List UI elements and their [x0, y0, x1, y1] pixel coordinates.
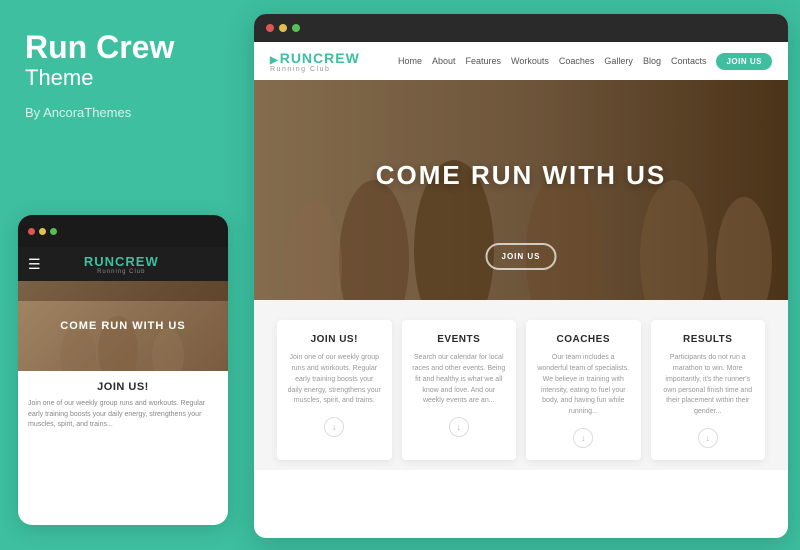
- card-results-text: Participants do not run a marathon to wi…: [661, 353, 756, 418]
- brand-title: Run Crew: [25, 30, 174, 65]
- nav-blog[interactable]: Blog: [643, 56, 661, 66]
- mobile-logo-brand: RUNCREW: [84, 254, 159, 269]
- mobile-top-bar: [18, 215, 228, 247]
- desktop-window-dots: [266, 24, 300, 32]
- desktop-hero: COME RUN WITH US JOIN US: [254, 80, 788, 300]
- mobile-dot-yellow: [39, 228, 46, 235]
- desktop-logo: ▶RUNCREW Running Club: [270, 50, 360, 73]
- mobile-hero-title: COME RUN WITH US: [60, 320, 185, 332]
- left-title: Run Crew Theme: [25, 30, 174, 99]
- desktop-navbar: ▶RUNCREW Running Club Home About Feature…: [254, 42, 788, 80]
- mobile-preview: ☰ RUNCREW Running Club COME RUN WITH US …: [18, 215, 228, 525]
- card-join: JOIN US! Join one of our weekly group ru…: [277, 320, 392, 460]
- nav-join-button[interactable]: JOIN US: [716, 53, 772, 70]
- desktop-nav-links: Home About Features Workouts Coaches Gal…: [398, 53, 772, 70]
- desktop-logo-brand: ▶RUNCREW: [270, 50, 360, 66]
- desktop-dot-green: [292, 24, 300, 32]
- card-join-text: Join one of our weekly group runs and wo…: [287, 353, 382, 407]
- desktop-hero-title: COME RUN WITH US: [376, 160, 667, 191]
- mobile-join-text: Join one of our weekly group runs and wo…: [28, 399, 218, 431]
- card-results-title: RESULTS: [683, 334, 732, 345]
- desktop-hero-join-button[interactable]: JOIN US: [485, 243, 556, 270]
- mobile-content: JOIN US! Join one of our weekly group ru…: [18, 371, 228, 441]
- card-events-icon[interactable]: ↓: [449, 417, 469, 437]
- nav-home[interactable]: Home: [398, 56, 422, 66]
- mobile-dot-red: [28, 228, 35, 235]
- author-credit: By AncoraThemes: [25, 105, 131, 120]
- card-results-icon[interactable]: ↓: [698, 428, 718, 448]
- card-events: EVENTS Search our calendar for local rac…: [402, 320, 517, 460]
- mobile-logo-sub: Running Club: [97, 269, 145, 275]
- mobile-dot-green: [50, 228, 57, 235]
- card-join-title: JOIN US!: [311, 334, 358, 345]
- nav-features[interactable]: Features: [466, 56, 502, 66]
- nav-workouts[interactable]: Workouts: [511, 56, 549, 66]
- card-join-icon[interactable]: ↓: [324, 417, 344, 437]
- desktop-cards-section: JOIN US! Join one of our weekly group ru…: [254, 300, 788, 470]
- mobile-runners-svg: [18, 301, 228, 371]
- card-coaches-title: COACHES: [556, 334, 610, 345]
- desktop-preview: ▶RUNCREW Running Club Home About Feature…: [254, 14, 788, 538]
- desktop-dot-yellow: [279, 24, 287, 32]
- card-coaches: COACHES Our team includes a wonderful te…: [526, 320, 641, 460]
- nav-contacts[interactable]: Contacts: [671, 56, 707, 66]
- desktop-dot-red: [266, 24, 274, 32]
- mobile-navbar: ☰ RUNCREW Running Club: [18, 247, 228, 281]
- card-coaches-icon[interactable]: ↓: [573, 428, 593, 448]
- mobile-hero: COME RUN WITH US: [18, 281, 228, 371]
- brand-subtitle: Theme: [25, 65, 174, 91]
- desktop-top-bar: [254, 14, 788, 42]
- card-events-text: Search our calendar for local races and …: [412, 353, 507, 407]
- mobile-window-dots: [28, 228, 57, 235]
- nav-about[interactable]: About: [432, 56, 456, 66]
- mobile-logo: RUNCREW Running Club: [84, 254, 159, 275]
- card-coaches-text: Our team includes a wonderful team of sp…: [536, 353, 631, 418]
- card-results: RESULTS Participants do not run a marath…: [651, 320, 766, 460]
- desktop-logo-sub: Running Club: [270, 66, 360, 73]
- nav-coaches[interactable]: Coaches: [559, 56, 595, 66]
- card-events-title: EVENTS: [437, 334, 480, 345]
- mobile-hamburger-icon[interactable]: ☰: [28, 256, 41, 273]
- nav-gallery[interactable]: Gallery: [604, 56, 633, 66]
- mobile-join-title: JOIN US!: [28, 381, 218, 393]
